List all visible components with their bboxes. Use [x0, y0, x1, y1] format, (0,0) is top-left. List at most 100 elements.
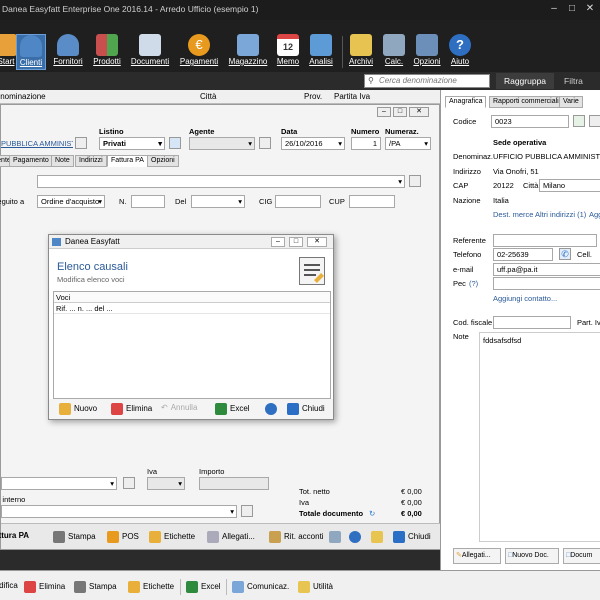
importo-field[interactable]	[199, 477, 269, 490]
tab-anagrafica[interactable]: Anagrafica	[445, 96, 487, 108]
email-field[interactable]: uff.pa@pa.it	[493, 263, 600, 276]
filter-button[interactable]: Filtra	[560, 73, 600, 89]
fattura-pa-top-field[interactable]: ▾	[37, 175, 405, 188]
column-denominazione[interactable]: Denominazione	[0, 92, 46, 101]
dialog-minimize-icon[interactable]: –	[271, 237, 285, 247]
excel-button[interactable]: Excel	[186, 581, 221, 593]
tab-pagamento[interactable]: Pagamento	[9, 155, 53, 167]
nuovo-button[interactable]: Nuovo	[59, 403, 97, 415]
toolbar-clienti-button[interactable]: Clienti	[16, 34, 46, 70]
dialog-chiudi-button[interactable]: Chiudi	[287, 403, 325, 415]
cap-value[interactable]: 20122	[493, 181, 514, 190]
allegati-button[interactable]: Allegati...	[207, 531, 255, 543]
pec-field[interactable]	[493, 277, 600, 290]
edit-close-icon[interactable]: ✕	[409, 107, 429, 117]
pec-help-link[interactable]: (?)	[469, 279, 478, 288]
toolbar-documenti-button[interactable]: Documenti	[128, 34, 172, 70]
toolbar-fornitori-button[interactable]: Fornitori	[50, 34, 86, 70]
dialog-close-icon[interactable]: ✕	[307, 237, 327, 247]
toolbar-memo-button[interactable]: 12 Memo	[274, 34, 302, 70]
stampa-button[interactable]: Stampa	[53, 531, 96, 543]
edit-list-icon[interactable]	[123, 477, 135, 489]
toolbar-magazzino-button[interactable]: Magazzino	[226, 34, 270, 70]
elimina-button[interactable]: Elimina	[111, 403, 152, 415]
elimina-button[interactable]: Elimina	[24, 581, 65, 593]
agente-select[interactable]: ▾	[189, 137, 255, 150]
search-input[interactable]: ⚲ Cerca denominazione	[364, 74, 490, 88]
indirizzo-value[interactable]: Via Onofri, 51	[493, 167, 539, 176]
chiudi-button[interactable]: Chiudi	[393, 531, 431, 543]
comunicazioni-button[interactable]: Comunicaz.	[232, 581, 289, 593]
nazione-value[interactable]: Italia	[493, 196, 509, 205]
dest-merce-link[interactable]: Dest. merce	[493, 210, 533, 219]
del-field[interactable]: ▾	[191, 195, 245, 208]
etichette-button[interactable]: Etichette	[128, 581, 174, 593]
cod-fiscale-field[interactable]	[493, 316, 571, 329]
binoculars-icon[interactable]	[75, 137, 87, 149]
excel-button[interactable]: Excel	[215, 403, 250, 415]
modifica-button[interactable]: Modifica	[0, 581, 18, 590]
aggiungi-link[interactable]: Aggi	[589, 210, 600, 219]
tab-varie[interactable]: Varie	[559, 96, 583, 108]
citta-field[interactable]: Milano	[539, 179, 600, 192]
calculator-button[interactable]	[329, 531, 344, 543]
edit-list-icon[interactable]	[589, 115, 600, 127]
seguito-select[interactable]: Ordine d'acquisto ▾	[37, 195, 105, 208]
referente-field[interactable]	[493, 234, 597, 247]
toolbar-opzioni-button[interactable]: Opzioni	[412, 34, 442, 70]
tab-note[interactable]: Note	[51, 155, 74, 167]
dialog-maximize-icon[interactable]: □	[289, 237, 303, 247]
edit-list-icon[interactable]	[409, 175, 421, 187]
cliente-link[interactable]: PUBBLICA AMMINISTRAZIONE	[1, 139, 73, 148]
data-field[interactable]: 26/10/2016 ▾	[281, 137, 345, 150]
altri-indirizzi-link[interactable]: Altri indirizzi (1)	[535, 210, 586, 219]
numero-field[interactable]: 1	[351, 137, 381, 150]
telefono-field[interactable]: 02-25639	[493, 248, 553, 261]
stampa-button[interactable]: Stampa	[74, 581, 117, 593]
edit-list-icon[interactable]	[259, 137, 271, 149]
help-button[interactable]	[349, 531, 364, 543]
rit-acconti-button[interactable]: Rit. acconti	[269, 531, 324, 543]
group-button[interactable]: Raggruppa	[496, 73, 554, 89]
toolbar-archivi-button[interactable]: Archivi	[346, 34, 376, 70]
pos-button[interactable]: POS	[107, 531, 139, 543]
edit-minimize-icon[interactable]: –	[377, 107, 391, 117]
uso-interno-field[interactable]: ▾	[1, 505, 237, 518]
n-field[interactable]	[131, 195, 165, 208]
phone-icon[interactable]: ✆	[559, 248, 571, 260]
tab-opzioni[interactable]: Opzioni	[147, 155, 179, 167]
allegati-detail-button[interactable]: ✎Allegati...	[453, 548, 501, 564]
tab-rapporti[interactable]: Rapporti commerciali	[489, 96, 563, 108]
codice-field[interactable]: 0023	[491, 115, 569, 128]
nuovo-doc-button[interactable]: □Nuovo Doc.	[505, 548, 559, 564]
cig-field[interactable]	[275, 195, 321, 208]
edit-list-icon[interactable]	[241, 505, 253, 517]
arrow-icon[interactable]	[573, 115, 585, 127]
list-item[interactable]: Rif. ... n. ... del ...	[54, 303, 330, 314]
toolbar-analisi-button[interactable]: Analisi	[306, 34, 336, 70]
aggiungi-contatto-link[interactable]: Aggiungi contatto...	[493, 294, 557, 303]
tab-indirizzi[interactable]: Indirizzi	[75, 155, 107, 167]
toolbar-pagamenti-button[interactable]: € Pagamenti	[178, 34, 220, 70]
maximize-icon[interactable]: □	[566, 3, 578, 15]
annulla-button[interactable]: ↶ Annulla	[161, 403, 197, 412]
column-prov[interactable]: Prov.	[304, 92, 322, 101]
line-description-field[interactable]: ▾	[1, 477, 117, 490]
note-field[interactable]: fddsafsdfsd	[479, 332, 600, 542]
refresh-icon[interactable]: ↻	[369, 509, 375, 518]
tab-fattura-pa[interactable]: Fattura PA	[107, 155, 148, 167]
invia-fattura-pa-button[interactable]: Invia fattura PA	[0, 531, 29, 540]
etichette-button[interactable]: Etichette	[149, 531, 195, 543]
dialog-help-button[interactable]	[265, 403, 280, 415]
listino-select[interactable]: Privati ▾	[99, 137, 165, 150]
denominazione-value[interactable]: UFFICIO PUBBLICA AMMINISTRAZIONE	[493, 152, 600, 161]
minimize-icon[interactable]: –	[548, 3, 560, 15]
refresh-button[interactable]	[371, 531, 386, 543]
documenti-button[interactable]: □Docum	[563, 548, 600, 564]
iva-select[interactable]: ▾	[147, 477, 185, 490]
refresh-icon[interactable]	[169, 137, 181, 149]
close-icon[interactable]: ✕	[584, 3, 596, 15]
cup-field[interactable]	[349, 195, 395, 208]
numeraz-select[interactable]: /PA ▾	[385, 137, 431, 150]
toolbar-calc-button[interactable]: Calc.	[380, 34, 408, 70]
